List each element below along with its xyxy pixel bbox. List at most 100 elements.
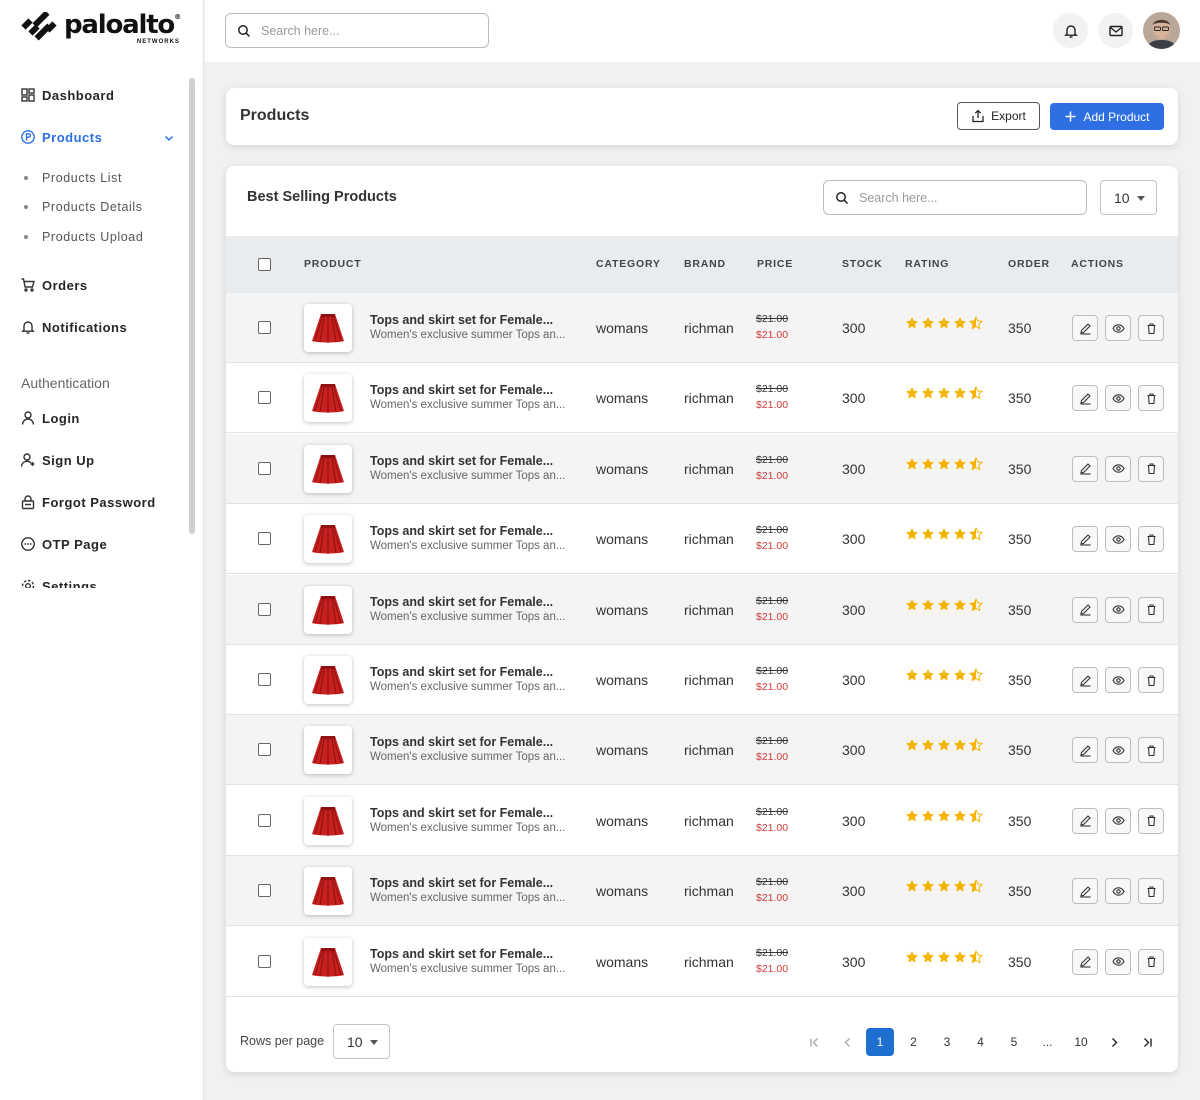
delete-button[interactable] [1138, 455, 1164, 482]
product-name[interactable]: Tops and skirt set for Female... [370, 383, 553, 397]
export-button[interactable]: Export [957, 102, 1040, 130]
row-checkbox[interactable] [258, 391, 271, 405]
chevron-down-icon[interactable] [162, 131, 176, 145]
sidebar-item-otp-page[interactable]: OTP Page [20, 536, 107, 552]
column-header-category[interactable]: CATEGORY [596, 258, 661, 270]
table-search[interactable] [823, 180, 1087, 215]
previous-page-button[interactable] [833, 1028, 861, 1056]
messages-button[interactable] [1098, 13, 1133, 48]
sidebar-subitem-products-list[interactable]: Products List [24, 171, 122, 185]
page-button[interactable]: 1 [866, 1028, 894, 1056]
column-header-rating[interactable]: RATING [905, 258, 949, 270]
product-name[interactable]: Tops and skirt set for Female... [370, 313, 553, 327]
product-name[interactable]: Tops and skirt set for Female... [370, 665, 553, 679]
page-size-select[interactable]: 10 [1100, 180, 1157, 215]
page-button[interactable]: 5 [1000, 1028, 1028, 1056]
sidebar-item-login[interactable]: Login [20, 410, 80, 426]
product-name[interactable]: Tops and skirt set for Female... [370, 947, 553, 961]
row-checkbox[interactable] [258, 813, 271, 827]
delete-button[interactable] [1138, 315, 1164, 341]
view-button[interactable] [1105, 737, 1131, 764]
first-page-button[interactable] [800, 1028, 828, 1056]
select-all-checkbox[interactable] [258, 258, 271, 271]
column-header-product[interactable]: PRODUCT [304, 258, 362, 270]
row-checkbox[interactable] [258, 884, 271, 898]
product-name[interactable]: Tops and skirt set for Female... [370, 524, 553, 538]
edit-button[interactable] [1072, 596, 1098, 623]
product-thumbnail[interactable] [304, 304, 352, 352]
row-checkbox[interactable] [258, 461, 271, 475]
sidebar-item-dashboard[interactable]: Dashboard [20, 87, 114, 103]
edit-button[interactable] [1072, 455, 1098, 482]
delete-button[interactable] [1138, 737, 1164, 764]
user-avatar[interactable] [1143, 12, 1180, 49]
column-header-price[interactable]: PRICE [757, 258, 793, 270]
edit-button[interactable] [1072, 807, 1098, 834]
row-checkbox[interactable] [258, 532, 271, 546]
delete-button[interactable] [1138, 878, 1164, 905]
sidebar-item-sign-up[interactable]: Sign Up [20, 452, 95, 468]
product-thumbnail[interactable] [304, 515, 352, 564]
product-name[interactable]: Tops and skirt set for Female... [370, 876, 553, 890]
sidebar-subitem-products-upload[interactable]: Products Upload [24, 230, 143, 244]
product-thumbnail[interactable] [304, 656, 352, 704]
edit-button[interactable] [1072, 948, 1098, 975]
delete-button[interactable] [1138, 807, 1164, 834]
view-button[interactable] [1105, 315, 1131, 341]
row-checkbox[interactable] [258, 954, 271, 968]
delete-button[interactable] [1138, 385, 1164, 412]
view-button[interactable] [1105, 878, 1131, 905]
sidebar-item-forgot-password[interactable]: Forgot Password [20, 494, 156, 510]
product-thumbnail[interactable] [304, 444, 352, 493]
global-search[interactable] [225, 13, 489, 48]
sidebar-scrollbar[interactable] [189, 78, 195, 534]
product-thumbnail[interactable] [304, 867, 352, 916]
sidebar-item-notifications[interactable]: Notifications [20, 319, 127, 335]
product-name[interactable]: Tops and skirt set for Female... [370, 806, 553, 820]
rows-per-page-select[interactable]: 10 [333, 1024, 390, 1059]
edit-button[interactable] [1072, 737, 1098, 764]
last-page-button[interactable] [1133, 1028, 1161, 1056]
brand-logo[interactable]: paloalto® NETWORKS [20, 12, 181, 45]
product-thumbnail[interactable] [304, 374, 352, 423]
sidebar-item-settings[interactable]: Settings [20, 578, 97, 588]
column-header-brand[interactable]: BRAND [684, 258, 726, 270]
global-search-input[interactable] [261, 23, 461, 38]
view-button[interactable] [1105, 667, 1131, 693]
sidebar-item-products[interactable]: Products [20, 129, 102, 145]
sidebar-subitem-products-details[interactable]: Products Details [24, 200, 143, 214]
delete-button[interactable] [1138, 596, 1164, 623]
column-header-order[interactable]: ORDER [1008, 258, 1050, 270]
column-header-stock[interactable]: STOCK [842, 258, 883, 270]
view-button[interactable] [1105, 526, 1131, 553]
edit-button[interactable] [1072, 878, 1098, 905]
view-button[interactable] [1105, 455, 1131, 482]
page-button[interactable]: 4 [967, 1028, 995, 1056]
next-page-button[interactable] [1100, 1028, 1128, 1056]
row-checkbox[interactable] [258, 602, 271, 616]
product-thumbnail[interactable] [304, 937, 352, 986]
page-button[interactable]: 3 [933, 1028, 961, 1056]
delete-button[interactable] [1138, 526, 1164, 553]
view-button[interactable] [1105, 807, 1131, 834]
delete-button[interactable] [1138, 667, 1164, 693]
edit-button[interactable] [1072, 526, 1098, 553]
add-product-button[interactable]: Add Product [1050, 103, 1164, 130]
product-thumbnail[interactable] [304, 796, 352, 845]
view-button[interactable] [1105, 385, 1131, 412]
row-checkbox[interactable] [258, 673, 271, 686]
edit-button[interactable] [1072, 667, 1098, 693]
row-checkbox[interactable] [258, 321, 271, 334]
product-thumbnail[interactable] [304, 726, 352, 775]
page-button[interactable]: 2 [900, 1028, 928, 1056]
edit-button[interactable] [1072, 315, 1098, 341]
edit-button[interactable] [1072, 385, 1098, 412]
sidebar-item-orders[interactable]: Orders [20, 277, 88, 293]
view-button[interactable] [1105, 596, 1131, 623]
product-thumbnail[interactable] [304, 585, 352, 634]
table-search-input[interactable] [859, 190, 1059, 205]
product-name[interactable]: Tops and skirt set for Female... [370, 454, 553, 468]
page-button[interactable]: 10 [1067, 1028, 1095, 1056]
product-name[interactable]: Tops and skirt set for Female... [370, 595, 553, 609]
product-name[interactable]: Tops and skirt set for Female... [370, 735, 553, 749]
